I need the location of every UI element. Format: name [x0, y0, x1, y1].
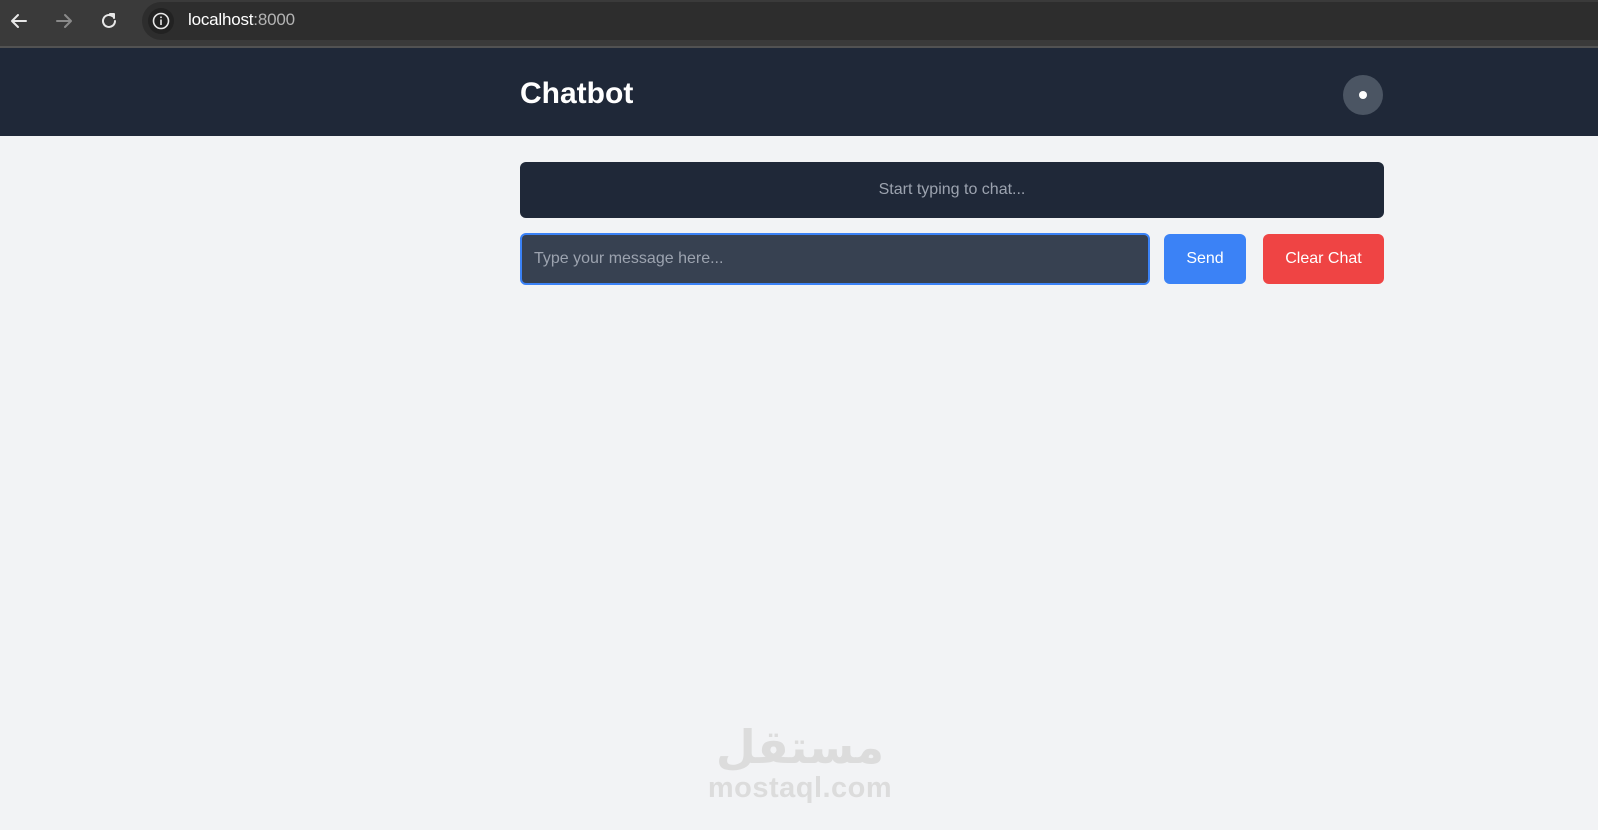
back-button[interactable]	[5, 7, 33, 35]
watermark-arabic: مستقل	[715, 721, 885, 773]
app-header: Chatbot	[0, 48, 1598, 136]
watermark-latin: mostaql.com	[707, 772, 893, 804]
send-button[interactable]: Send	[1164, 234, 1246, 284]
browser-toolbar: localhost:8000	[0, 0, 1598, 48]
chat-window: Start typing to chat...	[520, 162, 1384, 218]
message-input[interactable]	[520, 233, 1150, 285]
address-bar[interactable]	[142, 2, 1598, 40]
url-host: localhost	[188, 10, 254, 29]
reload-icon	[102, 13, 116, 28]
watermark-logo: مستقل mostaql.com	[700, 722, 900, 812]
chat-empty-text: Start typing to chat...	[878, 181, 1026, 198]
forward-button[interactable]	[50, 7, 78, 35]
theme-toggle-button[interactable]	[1343, 75, 1383, 115]
clear-chat-button[interactable]: Clear Chat	[1263, 234, 1384, 284]
info-icon[interactable]	[148, 8, 174, 34]
arrow-left-icon	[11, 14, 27, 28]
url-text[interactable]: localhost:8000	[188, 10, 295, 30]
theme-toggle-icon	[1359, 91, 1367, 99]
url-port: :8000	[253, 10, 295, 29]
arrow-right-icon	[56, 14, 72, 28]
reload-button[interactable]	[95, 7, 123, 35]
page-title: Chatbot	[520, 77, 634, 110]
